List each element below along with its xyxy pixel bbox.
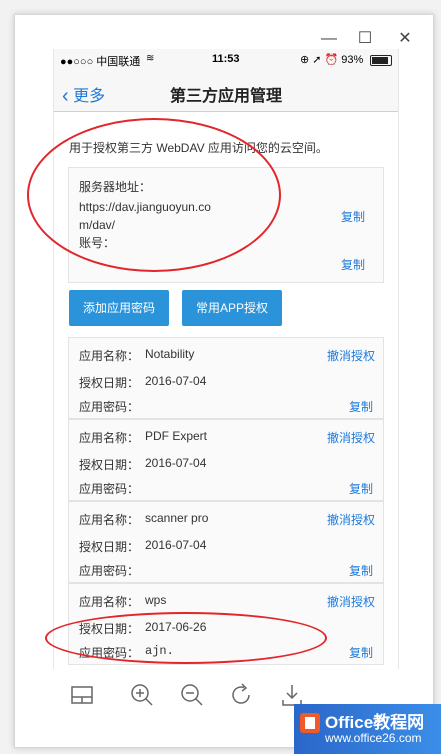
- office-logo-icon: [300, 713, 320, 733]
- nav-bar: ‹ 更多 第三方应用管理: [54, 71, 398, 112]
- common-app-auth-button[interactable]: 常用APP授权: [182, 290, 282, 326]
- auth-date-label: 授权日期：: [79, 540, 140, 554]
- page-title: 第三方应用管理: [169, 88, 282, 105]
- layout-icon[interactable]: [69, 682, 95, 708]
- account-label: 账号：: [79, 236, 116, 250]
- app-password-label: 应用密码：: [79, 646, 140, 660]
- app-item: 应用名称： scanner pro 撤消授权 授权日期： 2016-07-04 …: [68, 501, 384, 583]
- copy-password-button[interactable]: 复制: [349, 562, 373, 579]
- add-app-password-button[interactable]: 添加应用密码: [69, 290, 169, 326]
- revoke-button[interactable]: 撤消授权: [327, 429, 375, 446]
- viewer-window: — ☐ ✕ ●●○○○ 中国联通 ≋ 11:53 ⊕ ➚ ⏰ 93% ‹ 更多 …: [14, 14, 434, 748]
- app-name-label: 应用名称：: [79, 513, 140, 527]
- zoom-out-icon[interactable]: [179, 682, 205, 708]
- auth-date: 2016-07-04: [145, 374, 207, 388]
- copy-server-button[interactable]: 复制: [341, 208, 365, 225]
- app-password-label: 应用密码：: [79, 564, 140, 578]
- app-name-label: 应用名称：: [79, 431, 140, 445]
- server-url-2: m/dav/: [79, 218, 116, 232]
- status-bar: ●●○○○ 中国联通 ≋ 11:53 ⊕ ➚ ⏰ 93%: [54, 49, 398, 71]
- revoke-button[interactable]: 撤消授权: [327, 347, 375, 364]
- app-name: wps: [145, 593, 167, 607]
- app-name-label: 应用名称：: [79, 349, 140, 363]
- app-item: 应用名称： Notability 撤消授权 授权日期： 2016-07-04 应…: [68, 337, 384, 419]
- revoke-button[interactable]: 撤消授权: [327, 511, 375, 528]
- close-icon[interactable]: ✕: [395, 29, 415, 49]
- copy-account-button[interactable]: 复制: [341, 256, 365, 273]
- auth-date-label: 授权日期：: [79, 622, 140, 636]
- app-item: 应用名称： wps 撤消授权 授权日期： 2017-06-26 应用密码： aj…: [68, 583, 384, 665]
- app-name: PDF Expert: [145, 429, 208, 443]
- server-url-1: https://dav.jianguoyun.co: [79, 200, 211, 214]
- battery-icon: [370, 55, 392, 66]
- watermark-title: Office教程网: [325, 713, 425, 732]
- intro-text: 用于授权第三方 WebDAV 应用访问您的云空间。: [69, 141, 328, 155]
- auth-date-label: 授权日期：: [79, 458, 140, 472]
- phone-screenshot: ●●○○○ 中国联通 ≋ 11:53 ⊕ ➚ ⏰ 93% ‹ 更多 第三方应用管…: [53, 49, 399, 669]
- copy-password-button[interactable]: 复制: [349, 644, 373, 661]
- auth-date: 2016-07-04: [145, 456, 207, 470]
- zoom-in-icon[interactable]: [129, 682, 155, 708]
- auth-date-label: 授权日期：: [79, 376, 140, 390]
- auth-date: 2017-06-26: [145, 620, 207, 634]
- minimize-icon[interactable]: —: [319, 29, 339, 49]
- app-password-label: 应用密码：: [79, 482, 140, 496]
- app-name: scanner pro: [145, 511, 209, 525]
- maximize-icon[interactable]: ☐: [355, 29, 375, 49]
- revoke-button[interactable]: 撤消授权: [327, 593, 375, 610]
- copy-password-button[interactable]: 复制: [349, 398, 373, 415]
- server-label: 服务器地址：: [79, 180, 152, 194]
- status-time: 11:53: [212, 53, 240, 65]
- app-name: Notability: [145, 347, 195, 361]
- watermark-url: www.office26.com: [325, 731, 422, 745]
- copy-password-button[interactable]: 复制: [349, 480, 373, 497]
- app-item: 应用名称： PDF Expert 撤消授权 授权日期： 2016-07-04 应…: [68, 419, 384, 501]
- status-right: ⊕ ➚ ⏰ 93%: [300, 54, 364, 66]
- app-password: ajn.: [145, 644, 174, 658]
- app-name-label: 应用名称：: [79, 595, 140, 609]
- carrier-label: ●●○○○ 中国联通: [60, 56, 141, 68]
- server-info-box: 服务器地址： https://dav.jianguoyun.co m/dav/ …: [68, 167, 384, 283]
- auth-date: 2016-07-04: [145, 538, 207, 552]
- wifi-icon: ≋: [146, 53, 155, 64]
- rotate-icon[interactable]: [229, 682, 255, 708]
- app-password-label: 应用密码：: [79, 400, 140, 414]
